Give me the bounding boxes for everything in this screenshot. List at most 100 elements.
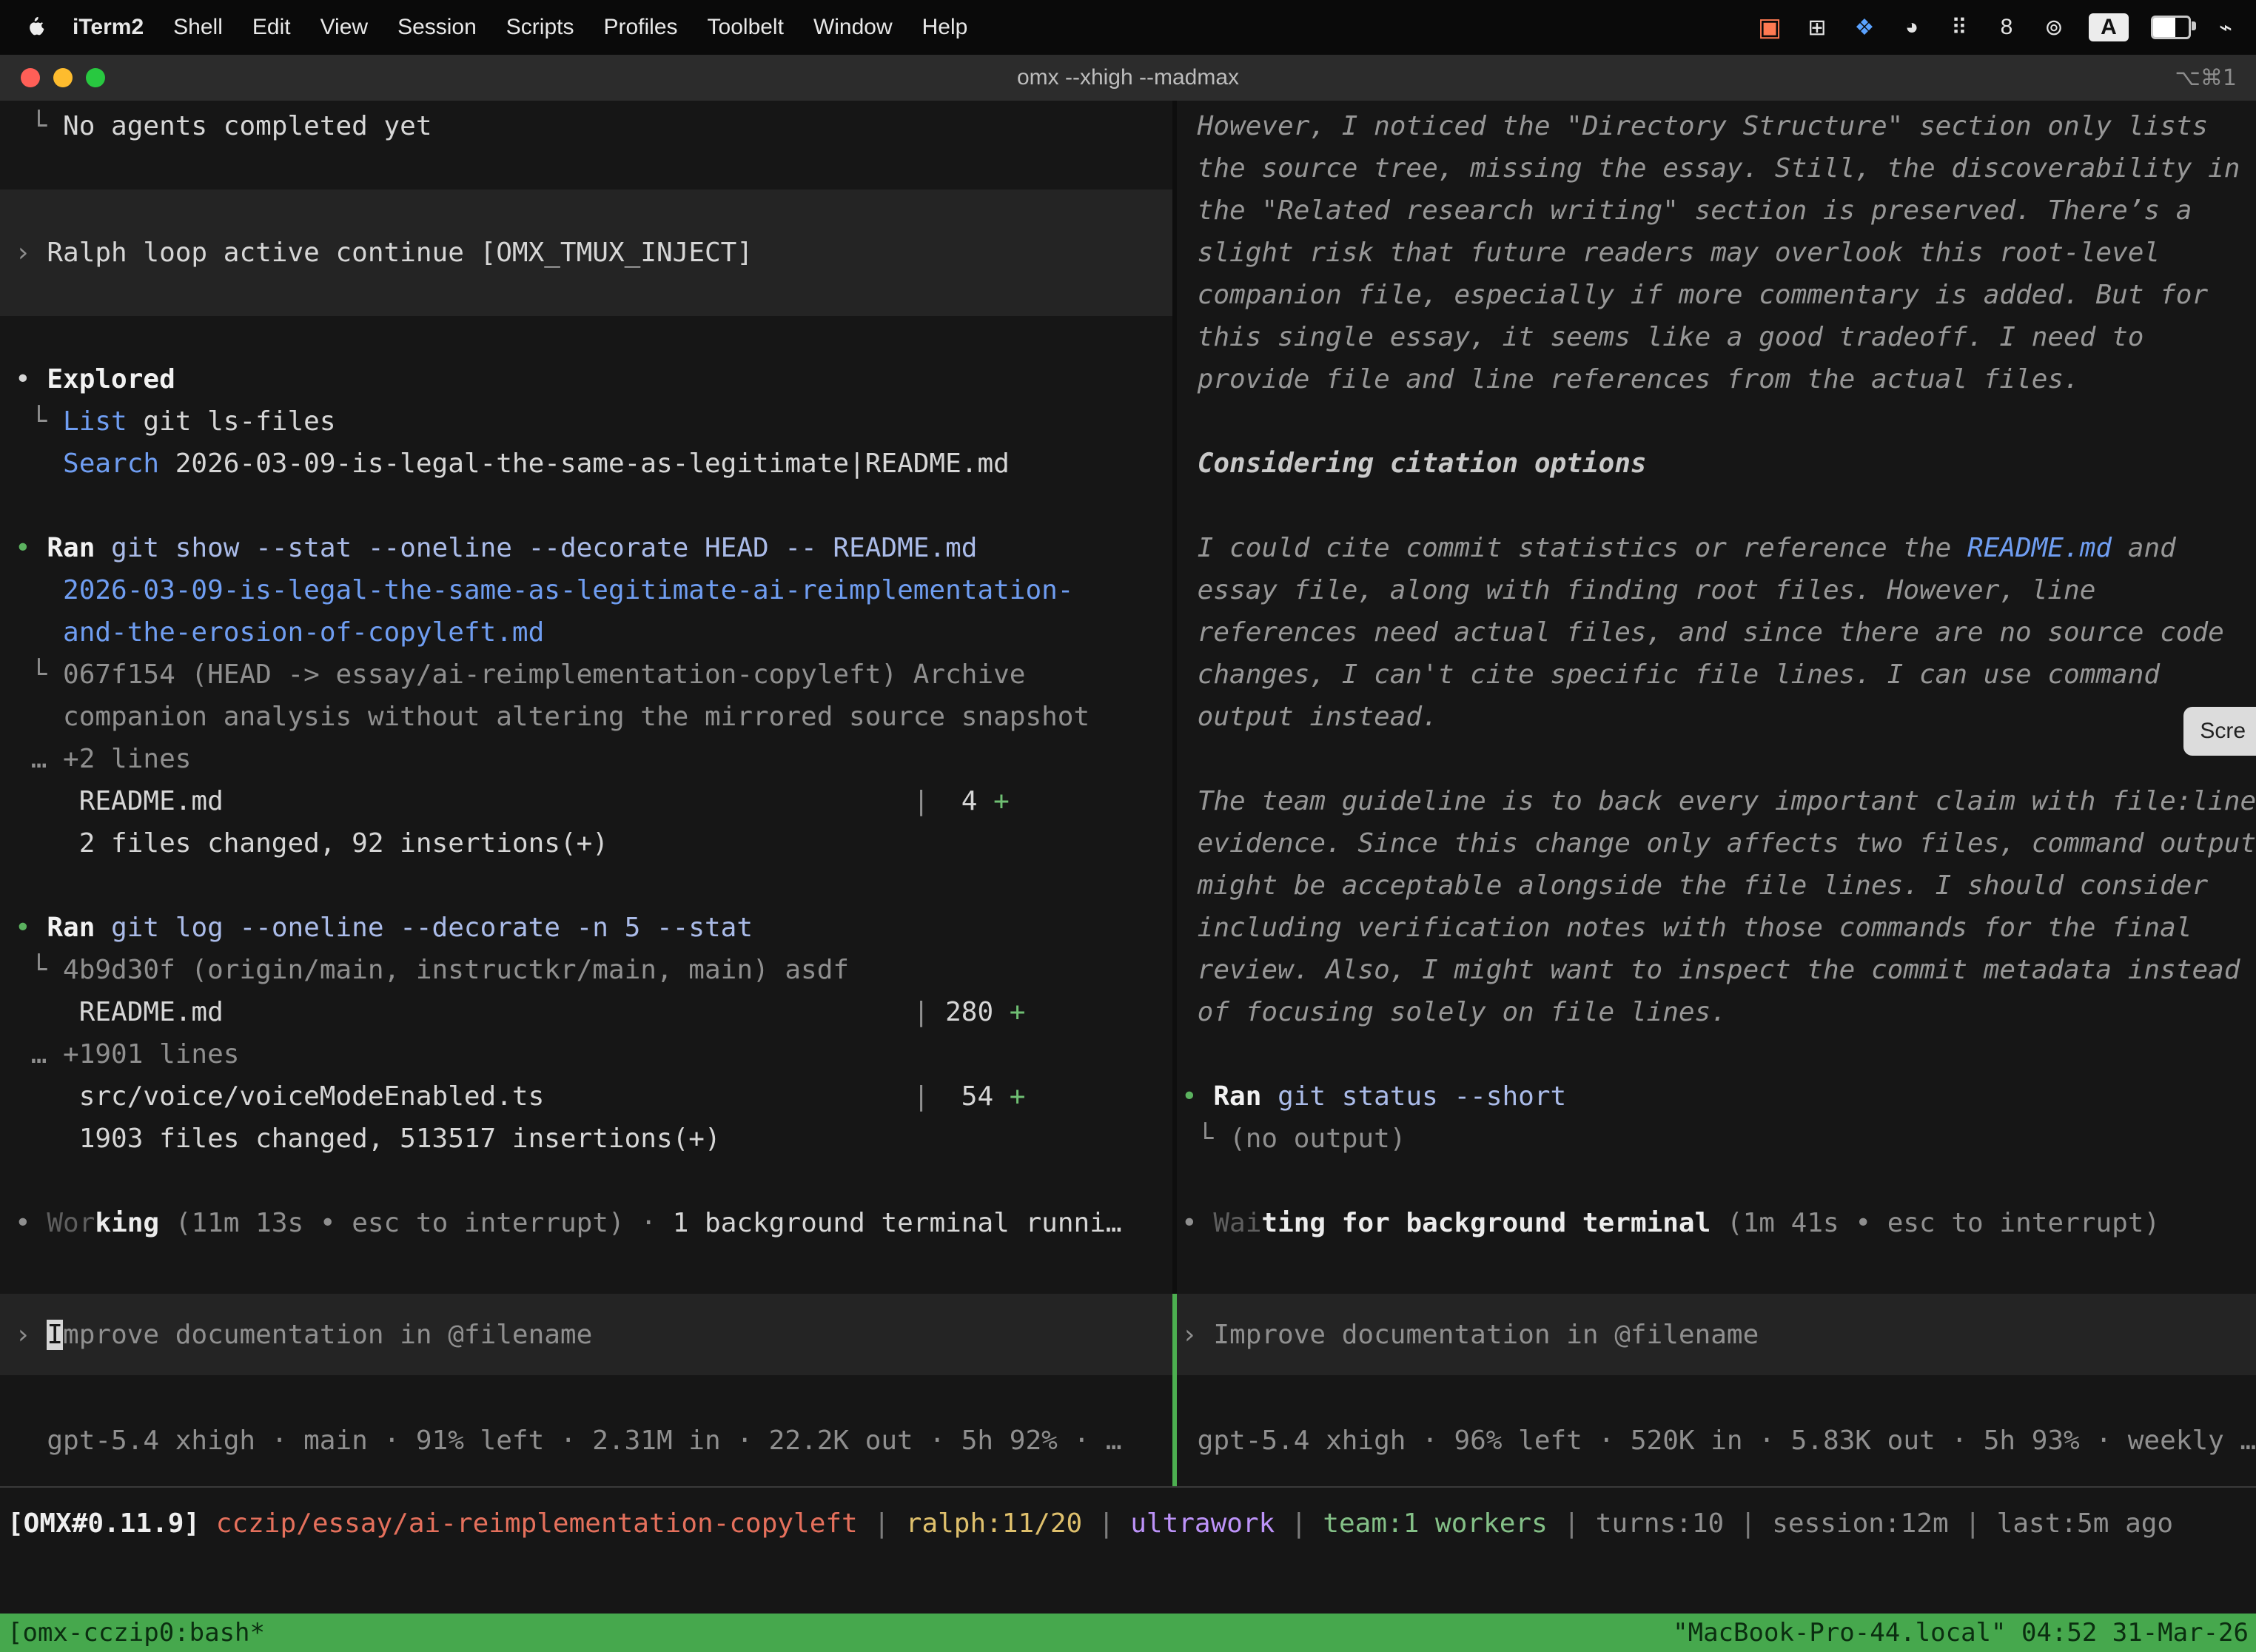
text-segment: Ran	[47, 913, 95, 943]
terminal-line	[1177, 400, 2256, 443]
text-segment	[15, 744, 31, 774]
zoom-window-button[interactable]	[86, 68, 105, 87]
text-segment	[15, 449, 63, 479]
terminal-line	[0, 147, 1172, 189]
terminal-window: └ No agents completed yet› Ralph loop ac…	[0, 101, 2256, 1652]
text-segment: and-the-erosion-of-copyleft.md	[63, 617, 544, 648]
text-segment: Wai	[1213, 1208, 1261, 1238]
menu-item-profiles[interactable]: Profiles	[588, 15, 692, 40]
omx-status-segment: turns:10	[1596, 1508, 1724, 1539]
text-segment: Considering citation options	[1198, 449, 1647, 479]
terminal-line: … +2 lines	[0, 738, 1172, 780]
text-segment: List	[63, 406, 127, 437]
menu-item-shell[interactable]: Shell	[158, 15, 238, 40]
macos-menu-bar: iTerm2ShellEditViewSessionScriptsProfile…	[0, 0, 2256, 55]
left-session-status: gpt-5.4 xhigh · main · 91% left · 2.31M …	[0, 1420, 1172, 1462]
text-segment: might be acceptable alongside the file l…	[1181, 870, 2208, 901]
blue-app-icon[interactable]: ❖	[1852, 13, 1877, 42]
left-pane-output: └ No agents completed yet› Ralph loop ac…	[0, 101, 1172, 1244]
text-segment: output instead.	[1181, 702, 1438, 732]
text-segment: No agents completed yet	[63, 111, 432, 141]
text-segment: •	[15, 913, 47, 943]
terminal-line: └ List git ls-files	[0, 400, 1172, 443]
terminal-line	[1177, 485, 2256, 527]
traffic-lights	[21, 68, 105, 87]
text-segment: (11m 13s • esc to interrupt)	[175, 1208, 625, 1238]
menu-item-help[interactable]: Help	[907, 15, 983, 40]
window-manager-icon[interactable]: ⊞	[1805, 13, 1830, 42]
terminal-line	[0, 485, 1172, 527]
text-segment	[1261, 1081, 1278, 1112]
terminal-line: However, I noticed the "Directory Struct…	[1177, 105, 2256, 147]
terminal-line: essay file, along with finding root file…	[1177, 569, 2256, 611]
terminal-line: • Ran git show --stat --oneline --decora…	[0, 527, 1172, 569]
terminal-line: 2026-03-09-is-legal-the-same-as-legitima…	[0, 569, 1172, 611]
menu-item-scripts[interactable]: Scripts	[491, 15, 589, 40]
menu-item-toolbelt[interactable]: Toolbelt	[693, 15, 799, 40]
tmux-host-time: "MacBook-Pro-44.local" 04:52 31-Mar-26	[1673, 1618, 2249, 1648]
text-segment: 54	[929, 1081, 1009, 1112]
menu-item-window[interactable]: Window	[799, 15, 907, 40]
window-title-bar: omx --xhigh --madmax ⌥⌘1	[0, 55, 2256, 102]
right-pane-output: However, I noticed the "Directory Struct…	[1177, 101, 2256, 1244]
text-segment: •	[15, 364, 47, 394]
terminal-line	[1177, 1033, 2256, 1075]
terminal-line	[1177, 738, 2256, 780]
window-title: omx --xhigh --madmax	[1017, 65, 1239, 90]
menu-item-edit[interactable]: Edit	[238, 15, 306, 40]
terminal-line: output instead.	[1177, 696, 2256, 738]
text-segment: changes, I can't cite specific file line…	[1181, 659, 2160, 690]
dark-app-icon[interactable]: ◕	[1899, 13, 1924, 42]
text-segment	[95, 533, 111, 563]
recording-indicator-icon[interactable]: ▣	[1757, 13, 1782, 42]
text-segment	[1181, 449, 1198, 479]
terminal-line: 1903 files changed, 513517 insertions(+)	[0, 1118, 1172, 1160]
figure-eight-icon[interactable]: 8	[1994, 13, 2019, 42]
apple-menu-icon[interactable]	[22, 15, 47, 40]
text-segment: 2026-03-09-is-legal-the-same-as-legitima…	[159, 449, 1010, 479]
screen-share-overlay-button[interactable]: Scre	[2183, 707, 2256, 756]
text-segment: 067f154 (HEAD -> essay/ai-reimplementati…	[63, 659, 1025, 690]
terminal-line: 2 files changed, 92 insertions(+)	[0, 822, 1172, 864]
text-segment: 280	[929, 997, 1009, 1027]
text-segment: └	[1181, 1124, 1229, 1154]
app-grid-icon[interactable]: ⠿	[1947, 13, 1972, 42]
right-terminal-pane: However, I noticed the "Directory Struct…	[1177, 101, 2256, 1486]
right-command-input[interactable]: › Improve documentation in @filename	[1177, 1294, 2256, 1375]
wifi-icon[interactable]: ⌁	[2213, 13, 2238, 42]
terminal-line: provide file and line references from th…	[1177, 358, 2256, 400]
text-segment: README.md	[15, 997, 224, 1027]
terminal-line: └ (no output)	[1177, 1118, 2256, 1160]
text-segment: •	[1181, 1081, 1213, 1112]
battery-icon[interactable]	[2151, 16, 2191, 39]
text-segment: └	[15, 955, 63, 985]
menu-items: iTerm2ShellEditViewSessionScriptsProfile…	[58, 15, 982, 40]
text-segment: git status --short	[1278, 1081, 1566, 1112]
text-segment: Ran	[1213, 1081, 1261, 1112]
menu-item-iterm2[interactable]: iTerm2	[58, 15, 158, 40]
text-segment: references need actual files, and since …	[1181, 617, 2224, 648]
text-segment: this single essay, it seems like a good …	[1181, 322, 2143, 352]
input-source-icon[interactable]: A	[2089, 13, 2129, 41]
text-segment: Search	[63, 449, 159, 479]
terminal-line: • Waiting for background terminal (1m 41…	[1177, 1202, 2256, 1244]
text-segment: Ran	[47, 533, 95, 563]
terminal-line	[0, 864, 1172, 907]
menu-item-session[interactable]: Session	[383, 15, 491, 40]
menu-item-view[interactable]: View	[306, 15, 383, 40]
minimize-window-button[interactable]	[53, 68, 73, 87]
text-segment: git ls-files	[127, 406, 336, 437]
text-segment: the "Related research writing" section i…	[1181, 195, 2192, 226]
tmux-status-bar: [omx-cczip0:bash* "MacBook-Pro-44.local"…	[0, 1614, 2256, 1652]
close-window-button[interactable]	[21, 68, 40, 87]
text-segment: including verification notes with those …	[1181, 913, 2192, 943]
terminal-line: changes, I can't cite specific file line…	[1177, 654, 2256, 696]
left-command-input[interactable]: › Improve documentation in @filename	[0, 1294, 1172, 1375]
terminal-line	[0, 316, 1172, 358]
terminal-line: … +1901 lines	[0, 1033, 1172, 1075]
menu-bar-status-icons: ▣ ⊞ ❖ ◕ ⠿ 8 ⊚ A ⌁	[1757, 13, 2238, 42]
text-segment: review. Also, I might want to inspect th…	[1181, 955, 2240, 985]
text-segment: git log --oneline --decorate -n 5 --stat	[111, 913, 753, 943]
circle-app-icon[interactable]: ⊚	[2041, 13, 2067, 42]
text-segment: provide file and line references from th…	[1181, 364, 2080, 394]
